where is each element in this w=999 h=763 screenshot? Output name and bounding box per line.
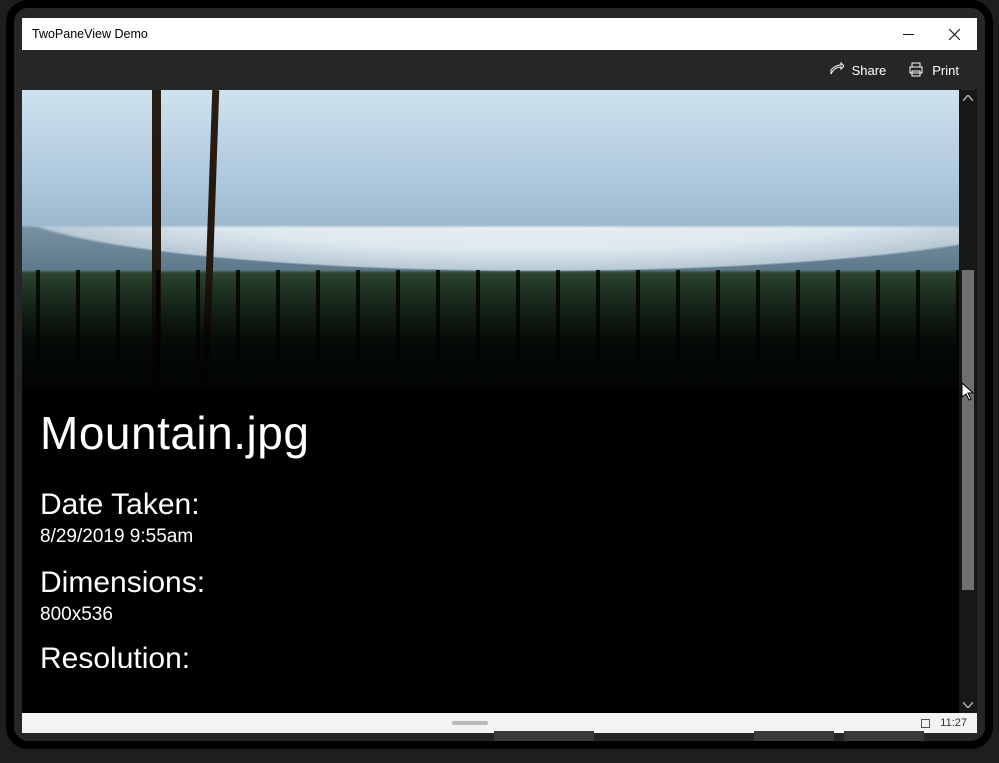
- photo-decoration: [202, 90, 219, 390]
- photo-preview: [22, 90, 959, 390]
- scroll-region: Mountain.jpg Date Taken: 8/29/2019 9:55a…: [22, 90, 959, 713]
- dimensions-value: 800x536: [40, 604, 941, 626]
- clock: 11:27: [940, 717, 967, 729]
- content-area: Mountain.jpg Date Taken: 8/29/2019 9:55a…: [22, 90, 977, 713]
- minimize-button[interactable]: [885, 18, 931, 50]
- date-taken-value: 8/29/2019 9:55am: [40, 526, 941, 548]
- date-taken-label: Date Taken:: [40, 488, 941, 522]
- share-icon: [828, 62, 844, 78]
- photo-decoration: [152, 90, 161, 390]
- close-icon: [949, 29, 960, 40]
- print-label: Print: [932, 63, 959, 78]
- status-glyph: [921, 719, 930, 728]
- resolution-label: Resolution:: [40, 644, 941, 668]
- dimensions-label: Dimensions:: [40, 566, 941, 600]
- device-bezel: TwoPaneView Demo Share: [6, 0, 993, 749]
- scrollbar-thumb[interactable]: [962, 270, 974, 590]
- command-bar: Share Print: [22, 50, 977, 90]
- chevron-up-icon: [963, 95, 973, 101]
- vertical-scrollbar[interactable]: [959, 90, 977, 713]
- window-title: TwoPaneView Demo: [32, 27, 148, 41]
- grab-handle[interactable]: [452, 721, 488, 725]
- close-button[interactable]: [931, 18, 977, 50]
- minimize-icon: [903, 29, 914, 40]
- details-pane: Mountain.jpg Date Taken: 8/29/2019 9:55a…: [22, 390, 959, 708]
- file-name: Mountain.jpg: [40, 406, 941, 460]
- share-button[interactable]: Share: [818, 56, 897, 84]
- chevron-down-icon: [963, 702, 973, 708]
- titlebar: TwoPaneView Demo: [22, 18, 977, 50]
- print-button[interactable]: Print: [898, 56, 969, 84]
- print-icon: [908, 62, 924, 78]
- app-window: TwoPaneView Demo Share: [22, 18, 977, 733]
- status-bar: 11:27: [22, 713, 977, 733]
- scroll-down-button[interactable]: [959, 697, 977, 713]
- share-label: Share: [852, 63, 887, 78]
- scroll-up-button[interactable]: [959, 90, 977, 106]
